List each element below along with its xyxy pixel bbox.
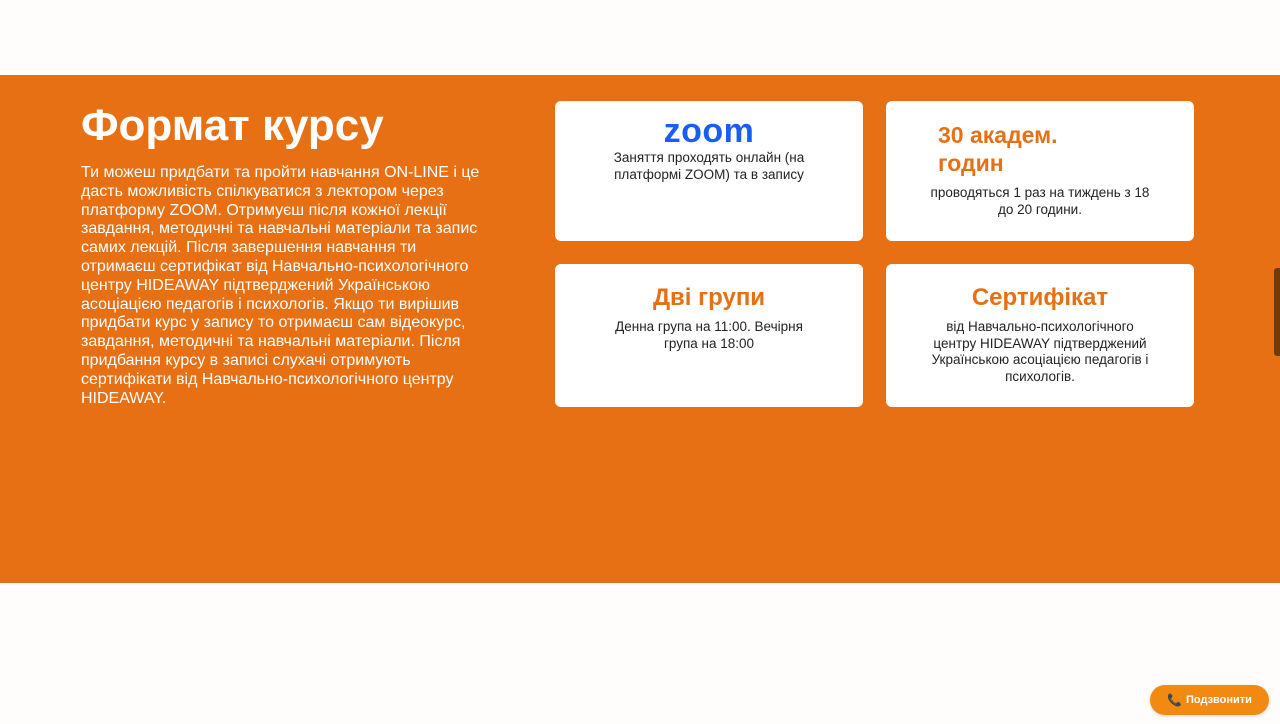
section-title: Формат курсу [81, 101, 384, 150]
zoom-card: zoom Заняття проходять онлайн (на платфо… [555, 101, 863, 241]
certificate-card: Сертифікат від Навчально-психологічного … [886, 264, 1194, 407]
hours-card-title: 30 академ. годин [938, 122, 1058, 176]
hours-card: 30 академ. годин проводяться 1 раз на ти… [886, 101, 1194, 241]
groups-card-text: Денна група на 11:00. Вечірня група на 1… [615, 319, 803, 351]
hours-card-text: проводяться 1 раз на тиждень з 18 до 20 … [930, 185, 1150, 217]
certificate-card-text: від Навчально-психологічного центру HIDE… [931, 319, 1149, 384]
zoom-logo: zoom [663, 112, 755, 150]
scrollbar-thumb[interactable] [1274, 268, 1280, 356]
call-button-label: Подзвонити [1185, 694, 1252, 706]
section-description: Ти можеш придбати та пройти навчання ON-… [81, 164, 480, 407]
certificate-card-title: Сертифікат [971, 284, 1109, 311]
groups-card: Дві групи Денна група на 11:00. Вечірня … [555, 264, 863, 407]
phone-icon: 📞 [1167, 693, 1182, 707]
groups-card-title: Дві групи [652, 284, 766, 311]
call-button[interactable]: 📞 Подзвонити [1150, 685, 1269, 715]
zoom-card-text: Заняття проходять онлайн (на платформі Z… [613, 150, 805, 182]
